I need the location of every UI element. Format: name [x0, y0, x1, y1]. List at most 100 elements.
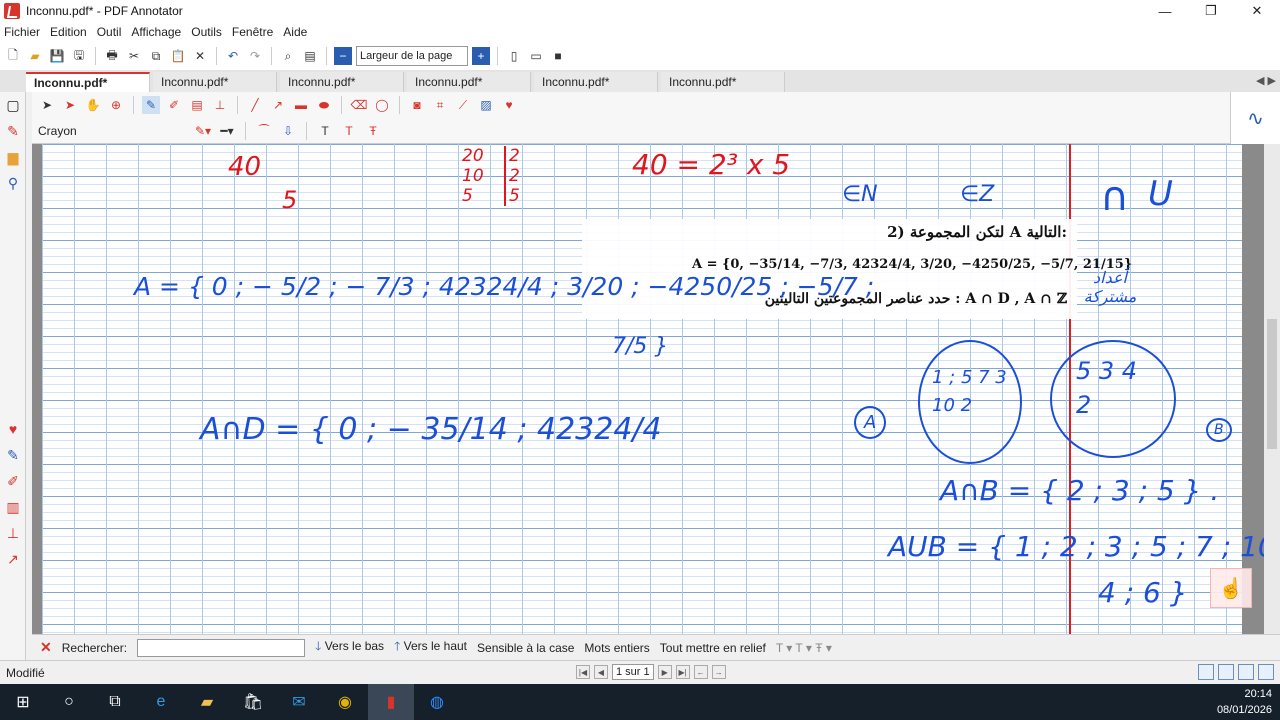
marker-tool-icon[interactable]: ✐ — [0, 468, 26, 494]
tab-document-6[interactable]: Inconnu.pdf* — [661, 72, 785, 92]
text-box-icon[interactable]: ▤ — [188, 96, 206, 114]
eraser-icon[interactable]: ⌫ — [350, 96, 368, 114]
menu-aide[interactable]: Aide — [283, 25, 307, 39]
next-page-icon[interactable]: ▶ — [657, 665, 672, 679]
mail-icon[interactable]: ✉ — [276, 684, 322, 720]
line-tool-icon[interactable]: ╱ — [246, 96, 264, 114]
system-clock[interactable]: 20:14 08/01/2026 — [1217, 686, 1272, 718]
text-format-icon[interactable]: T — [316, 122, 334, 140]
text-format-dropdown-icon[interactable]: T ▾ T ▾ Ŧ ▾ — [776, 641, 832, 655]
save-as-icon[interactable]: 🖫 — [70, 47, 88, 65]
menu-fenetre[interactable]: Fenêtre — [232, 25, 273, 39]
ellipse-icon[interactable]: ⬬ — [315, 96, 333, 114]
scroll-thumb[interactable] — [1267, 319, 1277, 449]
menu-fichier[interactable]: Fichier — [4, 25, 40, 39]
pen-icon[interactable]: ✎ — [142, 96, 160, 114]
search-up-button[interactable]: 🡑 Vers le haut — [394, 637, 467, 658]
stamp-tool-icon[interactable]: ⊥ — [0, 520, 26, 546]
tab-scroll-arrows-icon[interactable]: ◀ ▶ — [1256, 74, 1276, 87]
zoom-select[interactable]: Largeur de la page — [356, 46, 468, 66]
pressure-icon[interactable]: ⇩ — [279, 122, 297, 140]
redo-icon[interactable]: ↷ — [246, 47, 264, 65]
curve-smoothing-icon[interactable]: ⁀ — [255, 122, 273, 140]
search-input[interactable] — [137, 638, 306, 657]
camera-icon[interactable]: ◙ — [408, 96, 426, 114]
crop-icon[interactable]: ⌗ — [431, 96, 449, 114]
prev-page-icon[interactable]: ◀ — [594, 665, 608, 679]
tab-document-2[interactable]: Inconnu.pdf* — [153, 72, 277, 92]
menu-outil[interactable]: Outil — [97, 25, 122, 39]
binoculars-icon[interactable]: ⌕ — [279, 47, 297, 65]
undo-icon[interactable]: ↶ — [224, 47, 242, 65]
back-icon[interactable]: ← — [693, 665, 708, 679]
zoom-out-icon[interactable]: − — [334, 47, 352, 65]
delete-icon[interactable]: ✕ — [191, 47, 209, 65]
document-view[interactable]: 40 5 20 10 5 2 2 5 40 = 2³ x 5 2) لتكن ا… — [32, 144, 1264, 634]
arrow-tool-icon[interactable]: ↗ — [0, 546, 26, 572]
favorites-heart-icon[interactable]: ♥ — [0, 416, 26, 442]
chrome-icon[interactable]: ◉ — [322, 684, 368, 720]
pdf-annotator-taskbar-icon[interactable]: ▮ — [368, 684, 414, 720]
highlighter-icon[interactable]: ✐ — [165, 96, 183, 114]
page-indicator[interactable]: 1 sur 1 — [612, 664, 654, 680]
maximize-button[interactable]: ❐ — [1188, 0, 1234, 22]
whole-words-option[interactable]: Mots entiers — [584, 641, 649, 655]
task-view-icon[interactable]: ⧉ — [92, 684, 138, 720]
stamp-icon[interactable]: ⊥ — [211, 96, 229, 114]
save-icon[interactable]: 💾 — [48, 47, 66, 65]
arrow-draw-icon[interactable]: ↗ — [269, 96, 287, 114]
favorites-icon[interactable]: ♥ — [500, 96, 518, 114]
view-grid-icon[interactable] — [1258, 664, 1274, 680]
last-page-icon[interactable]: ▶| — [675, 665, 690, 679]
search-down-button[interactable]: 🡓 Vers le bas — [315, 637, 384, 658]
menu-edition[interactable]: Edition — [50, 25, 87, 39]
new-document-icon[interactable]: 🗋 — [4, 47, 22, 65]
forward-icon[interactable]: → — [711, 665, 726, 679]
view-single-icon[interactable] — [1198, 664, 1214, 680]
search-circle-icon[interactable]: ○ — [46, 684, 92, 720]
store-icon[interactable]: 🛍 — [230, 684, 276, 720]
file-explorer-icon[interactable]: ▰ — [184, 684, 230, 720]
tab-document-5[interactable]: Inconnu.pdf* — [534, 72, 658, 92]
first-page-icon[interactable]: |◀ — [576, 665, 590, 679]
tab-document-1[interactable]: Inconnu.pdf* — [26, 72, 150, 92]
edge-browser-icon[interactable]: e — [138, 684, 184, 720]
paste-icon[interactable]: 📋 — [169, 47, 187, 65]
highlight-all-option[interactable]: Tout mettre en relief — [660, 641, 766, 655]
menu-outils[interactable]: Outils — [191, 25, 222, 39]
minimize-button[interactable]: — — [1142, 0, 1188, 22]
hand-tool-icon[interactable]: ✋ — [84, 96, 102, 114]
copy-icon[interactable]: ⧉ — [147, 47, 165, 65]
select-arrow-icon[interactable]: ➤ — [38, 96, 56, 114]
image-insert-icon[interactable]: ▨ — [477, 96, 495, 114]
cut-icon[interactable]: ✂ — [125, 47, 143, 65]
menu-affichage[interactable]: Affichage — [131, 25, 181, 39]
open-folder-icon[interactable]: ▰ — [26, 47, 44, 65]
view-continuous-icon[interactable] — [1218, 664, 1234, 680]
ruler-icon[interactable]: ⟋ — [454, 96, 472, 114]
pen-panel-icon[interactable]: ✎ — [0, 118, 26, 144]
page-panel-icon[interactable]: ▢ — [0, 92, 26, 118]
line-width-icon[interactable]: ━▾ — [218, 122, 236, 140]
pen-color-icon[interactable]: ✎▾ — [194, 122, 212, 140]
rectangle-icon[interactable]: ▬ — [292, 96, 310, 114]
view-facing-icon[interactable] — [1238, 664, 1254, 680]
zoom-in-icon[interactable]: + — [472, 47, 490, 65]
windows-start-icon[interactable]: ⊞ — [0, 684, 46, 720]
comment-icon[interactable]: ◯ — [373, 96, 391, 114]
note-panel-icon[interactable]: ▆ — [0, 144, 26, 170]
fullscreen-icon[interactable]: ■ — [549, 47, 567, 65]
wave-icon[interactable]: ∿ — [1247, 106, 1264, 131]
fit-width-icon[interactable]: ▭ — [527, 47, 545, 65]
close-search-icon[interactable]: ✕ — [40, 639, 52, 656]
tab-document-3[interactable]: Inconnu.pdf* — [280, 72, 404, 92]
text-format-red-icon[interactable]: T — [340, 122, 358, 140]
case-sensitive-option[interactable]: Sensible à la case — [477, 641, 574, 655]
tab-document-4[interactable]: Inconnu.pdf* — [407, 72, 531, 92]
zoom-tool-icon[interactable]: ⊕ — [107, 96, 125, 114]
chart-tool-icon[interactable]: ▥ — [0, 494, 26, 520]
page-layout-icon[interactable]: ▤ — [301, 47, 319, 65]
close-button[interactable]: ✕ — [1234, 0, 1280, 22]
pen-tool-icon[interactable]: ✎ — [0, 442, 26, 468]
select-text-icon[interactable]: ➤ — [61, 96, 79, 114]
